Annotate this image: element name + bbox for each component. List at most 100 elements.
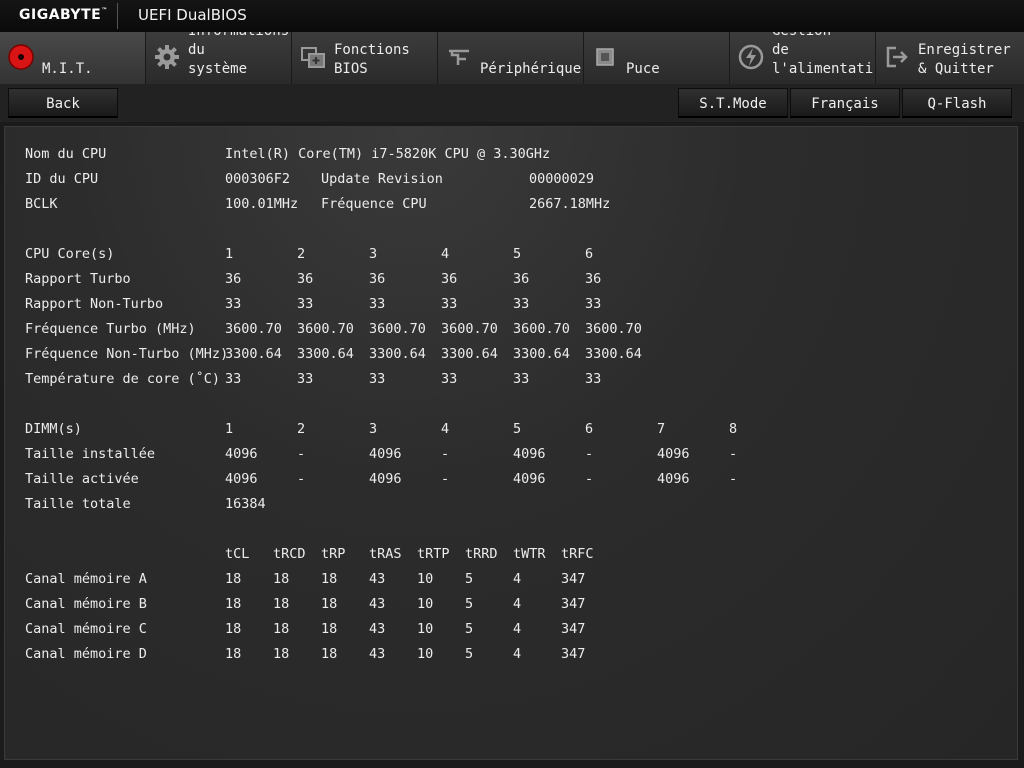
timing-value: 347 xyxy=(561,646,586,662)
cpu-cores-header-label: CPU Core(s) xyxy=(25,246,115,262)
non-turbo-ratio-label: Rapport Non-Turbo xyxy=(25,296,164,312)
timing-value: 4 xyxy=(513,596,522,612)
non-turbo-ratio-value: 33 xyxy=(585,296,602,312)
core-temperature-value: 33 xyxy=(585,371,602,387)
tab-bios-features[interactable]: Fonctions BIOS xyxy=(292,32,438,84)
timing-column-header: tWTR xyxy=(513,546,546,562)
tab-bios-features-label: Fonctions BIOS xyxy=(334,42,410,77)
active-size-value: - xyxy=(585,471,594,487)
core-temperature-value: 33 xyxy=(513,371,530,387)
timing-column-header: tRAS xyxy=(369,546,402,562)
dimm-column-header: 6 xyxy=(585,421,594,437)
timing-column-header: tRFC xyxy=(561,546,594,562)
dimm-column-header: 1 xyxy=(225,421,234,437)
non-turbo-ratio-value: 33 xyxy=(225,296,242,312)
memory-channel-b-label: Canal mémoire B xyxy=(25,596,147,612)
tab-mit-label: M.I.T. xyxy=(42,61,93,77)
title-bar: GIGABYTE™ UEFI DualBIOS xyxy=(0,0,1024,33)
installed-size-value: 4096 xyxy=(225,446,258,462)
memory-channel-c-label: Canal mémoire C xyxy=(25,621,147,637)
bclk-value: 100.01MHz xyxy=(225,196,299,212)
tab-chipset-label: Puce xyxy=(626,61,660,77)
timing-value: 5 xyxy=(465,596,474,612)
power-icon xyxy=(738,44,764,70)
timing-value: 347 xyxy=(561,621,586,637)
bclk-label: BCLK xyxy=(25,196,58,212)
timing-column-header: tRTP xyxy=(417,546,450,562)
tab-save-exit[interactable]: Enregistrer & Quitter xyxy=(876,32,1024,84)
core-column-header: 5 xyxy=(513,246,522,262)
core-temperature-value: 33 xyxy=(225,371,242,387)
timing-value: 18 xyxy=(225,596,242,612)
dimm-column-header: 7 xyxy=(657,421,666,437)
cpu-name-value: Intel(R) Core(TM) i7-5820K CPU @ 3.30GHz xyxy=(225,146,551,162)
turbo-ratio-value: 36 xyxy=(225,271,242,287)
active-size-value: 4096 xyxy=(657,471,690,487)
product-title: UEFI DualBIOS xyxy=(138,6,247,24)
bios-features-icon xyxy=(301,47,325,68)
turbo-frequency-value: 3600.70 xyxy=(441,321,498,337)
peripherals-icon xyxy=(449,49,469,65)
timing-value: 43 xyxy=(369,621,386,637)
non-turbo-ratio-value: 33 xyxy=(369,296,386,312)
turbo-ratio-label: Rapport Turbo xyxy=(25,271,131,287)
active-size-value: 4096 xyxy=(513,471,546,487)
tab-peripherals[interactable]: Périphériques xyxy=(438,32,584,84)
dimm-column-header: 5 xyxy=(513,421,522,437)
memory-channel-d-label: Canal mémoire D xyxy=(25,646,147,662)
core-temperature-value: 33 xyxy=(297,371,314,387)
core-column-header: 3 xyxy=(369,246,378,262)
timing-value: 5 xyxy=(465,646,474,662)
non-turbo-frequency-value: 3300.64 xyxy=(513,346,570,362)
core-column-header: 2 xyxy=(297,246,306,262)
turbo-ratio-value: 36 xyxy=(369,271,386,287)
turbo-ratio-value: 36 xyxy=(585,271,602,287)
tab-mit[interactable]: M.I.T. xyxy=(0,32,146,84)
timing-value: 347 xyxy=(561,596,586,612)
language-button[interactable]: Français xyxy=(790,88,900,118)
total-size-label: Taille totale xyxy=(25,496,131,512)
timing-value: 18 xyxy=(273,596,290,612)
tab-system-info[interactable]: Informations du système xyxy=(146,32,292,84)
timing-value: 43 xyxy=(369,571,386,587)
tab-chipset[interactable]: Puce xyxy=(584,32,730,84)
timing-value: 18 xyxy=(321,646,338,662)
active-size-value: - xyxy=(297,471,306,487)
turbo-frequency-label: Fréquence Turbo (MHz) xyxy=(25,321,196,337)
turbo-frequency-value: 3600.70 xyxy=(297,321,354,337)
timing-value: 18 xyxy=(225,646,242,662)
installed-size-value: - xyxy=(297,446,306,462)
timing-value: 18 xyxy=(225,621,242,637)
turbo-frequency-value: 3600.70 xyxy=(225,321,282,337)
update-revision-value: 00000029 xyxy=(529,171,595,187)
non-turbo-frequency-value: 3300.64 xyxy=(369,346,426,362)
title-separator xyxy=(117,3,118,29)
tab-power-management-label: Gestion de l'alimentatio xyxy=(772,32,873,77)
timing-value: 18 xyxy=(321,571,338,587)
active-size-value: - xyxy=(729,471,738,487)
installed-size-value: 4096 xyxy=(513,446,546,462)
timing-value: 10 xyxy=(417,646,434,662)
timing-value: 10 xyxy=(417,621,434,637)
non-turbo-ratio-value: 33 xyxy=(513,296,530,312)
timing-column-header: tRCD xyxy=(273,546,306,562)
turbo-ratio-value: 36 xyxy=(297,271,314,287)
timing-value: 4 xyxy=(513,646,522,662)
installed-size-value: - xyxy=(585,446,594,462)
timing-value: 347 xyxy=(561,571,586,587)
tab-power-management[interactable]: Gestion de l'alimentatio xyxy=(730,32,876,84)
qflash-button[interactable]: Q-Flash xyxy=(902,88,1012,118)
core-temperature-value: 33 xyxy=(441,371,458,387)
timing-value: 10 xyxy=(417,571,434,587)
chipset-icon xyxy=(596,48,614,66)
non-turbo-frequency-label: Fréquence Non-Turbo (MHz) xyxy=(25,346,229,362)
back-button[interactable]: Back xyxy=(8,88,118,118)
action-button-row: Back S.T.Mode Français Q-Flash xyxy=(0,84,1024,122)
tab-system-info-label: Informations du système xyxy=(188,32,289,77)
st-mode-button[interactable]: S.T.Mode xyxy=(678,88,788,118)
active-size-value: 4096 xyxy=(225,471,258,487)
total-size-value: 16384 xyxy=(225,496,266,512)
timing-value: 18 xyxy=(321,621,338,637)
cpu-memory-info-panel: Nom du CPU Intel(R) Core(TM) i7-5820K CP… xyxy=(4,126,1018,760)
core-column-header: 6 xyxy=(585,246,594,262)
